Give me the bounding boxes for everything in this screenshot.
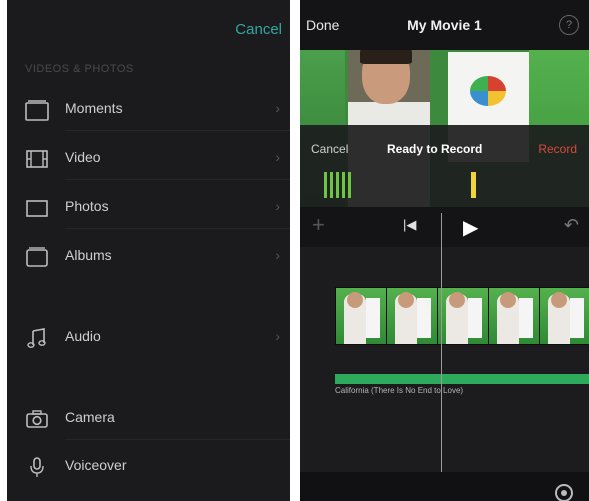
chevron-right-icon: › xyxy=(275,198,280,214)
video-clip-thumbnail[interactable] xyxy=(437,287,489,345)
help-icon[interactable]: ? xyxy=(559,15,579,35)
audio-track-bar[interactable] xyxy=(335,374,589,384)
moments-row[interactable]: Moments › xyxy=(7,90,290,130)
voiceover-row[interactable]: Voiceover xyxy=(7,447,290,487)
camera-label: Camera xyxy=(65,409,115,425)
chevron-right-icon: › xyxy=(275,328,280,344)
playhead-marker xyxy=(435,207,449,215)
record-cancel-button[interactable]: Cancel xyxy=(311,142,348,156)
project-title: My Movie 1 xyxy=(407,17,482,33)
add-media-icon[interactable]: + xyxy=(312,212,325,238)
camera-icon xyxy=(26,410,48,428)
photos-label: Photos xyxy=(65,198,109,214)
video-label: Video xyxy=(65,149,101,165)
music-note-icon xyxy=(27,328,46,348)
camera-row[interactable]: Camera xyxy=(7,399,290,439)
audio-row[interactable]: Audio › xyxy=(7,318,290,358)
divider xyxy=(65,439,290,440)
cancel-button[interactable]: Cancel xyxy=(235,21,282,38)
video-clip-thumbnail[interactable] xyxy=(539,287,589,345)
editor-top-bar: Done My Movie 1 ? xyxy=(300,0,589,50)
chevron-right-icon: › xyxy=(275,100,280,116)
voiceover-label: Voiceover xyxy=(65,457,127,473)
timeline[interactable]: California (There Is No End to Love) xyxy=(300,247,589,472)
chevron-right-icon: › xyxy=(275,149,280,165)
play-icon[interactable]: ▶ xyxy=(463,215,478,240)
photo-frame-icon xyxy=(26,200,48,217)
record-status: Ready to Record xyxy=(387,142,483,156)
movie-editor-panel: Done My Movie 1 ? Cancel Ready to Record… xyxy=(300,0,589,501)
chevron-right-icon: › xyxy=(275,247,280,263)
settings-gear-icon[interactable] xyxy=(555,484,573,501)
audio-level-meter xyxy=(324,172,484,198)
voiceover-record-panel: Cancel Ready to Record Record xyxy=(300,125,589,207)
photos-row[interactable]: Photos › xyxy=(7,188,290,228)
video-row[interactable]: Video › xyxy=(7,139,290,179)
section-header: VIDEOS & PHOTOS xyxy=(25,63,134,75)
media-browser-panel: Cancel VIDEOS & PHOTOS Moments › Video ›… xyxy=(7,0,290,501)
album-icon xyxy=(26,247,48,267)
skip-to-start-icon[interactable]: |◀ xyxy=(403,217,416,233)
divider xyxy=(65,228,290,229)
albums-row[interactable]: Albums › xyxy=(7,237,290,277)
undo-icon[interactable]: ↶ xyxy=(564,215,579,236)
audio-label: Audio xyxy=(65,328,101,344)
video-clip-thumbnail[interactable] xyxy=(488,287,540,345)
divider xyxy=(65,179,290,180)
microphone-icon xyxy=(30,457,44,477)
audio-track-label: California (There Is No End to Love) xyxy=(335,386,464,395)
film-icon xyxy=(26,150,48,168)
poster-logo xyxy=(470,76,506,106)
editor-bottom-bar xyxy=(300,472,589,501)
playhead[interactable] xyxy=(441,213,442,501)
albums-label: Albums xyxy=(65,247,112,263)
moments-icon xyxy=(25,100,49,121)
video-clip-thumbnail[interactable] xyxy=(386,287,438,345)
moments-label: Moments xyxy=(65,100,123,116)
record-button[interactable]: Record xyxy=(538,142,577,156)
video-clip-thumbnail[interactable] xyxy=(335,287,387,345)
divider xyxy=(65,130,290,131)
